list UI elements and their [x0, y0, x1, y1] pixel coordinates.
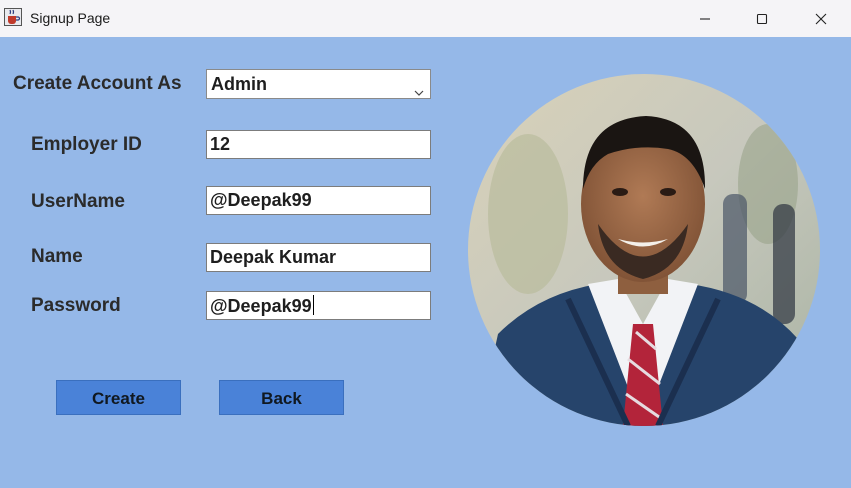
account-type-label: Create Account As [13, 73, 182, 94]
password-label: Password [31, 295, 121, 316]
employer-id-field[interactable]: 12 [206, 130, 431, 159]
name-field[interactable]: Deepak Kumar [206, 243, 431, 272]
title-bar: Signup Page [0, 0, 851, 37]
password-field[interactable]: @Deepak99 [206, 291, 431, 320]
username-value: @Deepak99 [210, 190, 312, 210]
window-title: Signup Page [30, 10, 111, 26]
close-button[interactable] [792, 0, 850, 37]
employer-id-label: Employer ID [31, 134, 142, 155]
name-value: Deepak Kumar [210, 247, 337, 267]
back-button[interactable]: Back [219, 380, 344, 415]
employer-id-value: 12 [210, 134, 231, 154]
name-label: Name [31, 246, 83, 267]
text-cursor [312, 295, 314, 315]
account-type-value: Admin [211, 74, 267, 94]
username-label: UserName [31, 191, 125, 212]
maximize-button[interactable] [733, 0, 791, 37]
minimize-icon [699, 13, 711, 25]
username-field[interactable]: @Deepak99 [206, 186, 431, 215]
minimize-button[interactable] [676, 0, 734, 37]
maximize-icon [756, 13, 768, 25]
profile-photo [468, 74, 820, 426]
signup-form-panel: Create Account As Admin Employer ID 12 U… [0, 37, 851, 488]
password-value: @Deepak99 [210, 296, 312, 316]
close-icon [815, 13, 827, 25]
java-cup-icon [4, 8, 22, 26]
create-button[interactable]: Create [56, 380, 181, 415]
account-type-select[interactable]: Admin [206, 69, 431, 99]
chevron-down-icon [414, 80, 424, 101]
